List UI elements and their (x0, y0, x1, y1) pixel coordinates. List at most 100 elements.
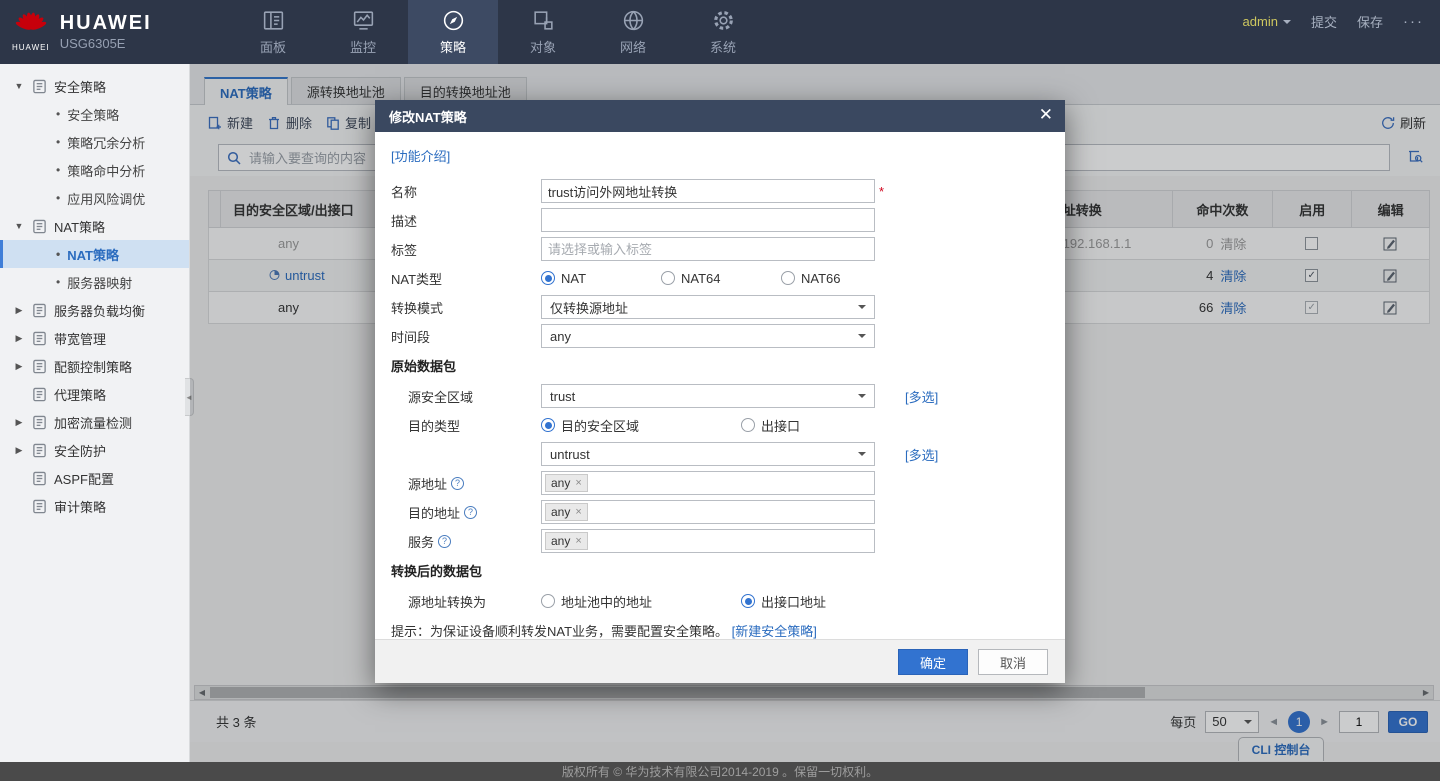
tag-input[interactable] (541, 237, 875, 261)
sidebar-item-4[interactable]: •应用风险调优 (0, 184, 189, 212)
close-icon[interactable]: ✕ (1039, 105, 1053, 125)
sidebar-item-12[interactable]: ▶加密流量检测 (0, 408, 189, 436)
dest-addr-input[interactable]: any× (541, 500, 875, 524)
module-icon (32, 415, 47, 430)
sidebar-item-6[interactable]: • NAT策略 (0, 240, 189, 268)
tree-arrow-icon[interactable]: ▶ (13, 305, 25, 316)
radio-icon (781, 271, 795, 285)
new-security-policy-link[interactable]: [新建安全策略] (732, 624, 817, 639)
sidebar-item-2[interactable]: •策略冗余分析 (0, 128, 189, 156)
ok-button[interactable]: 确定 (898, 649, 968, 675)
tree-arrow-icon[interactable]: ▶ (13, 333, 25, 344)
dest-zone-select[interactable]: untrust (541, 442, 875, 466)
sidebar-item-label: NAT策略 (67, 245, 119, 264)
service-chip: any× (545, 532, 588, 550)
globe-icon (621, 8, 646, 33)
src-zone-select[interactable]: trust (541, 384, 875, 408)
sidebar-item-label: 安全策略 (54, 77, 106, 96)
time-range-label: 时间段 (391, 327, 541, 346)
nav-label: 对象 (530, 37, 556, 56)
user-menu[interactable]: admin (1243, 14, 1291, 29)
nav-item-policy[interactable]: 策略 (408, 0, 498, 64)
sidebar-item-5[interactable]: ▼ NAT策略 (0, 212, 189, 240)
radio-nat[interactable]: NAT (541, 271, 661, 286)
src-zone-label: 源安全区域 (391, 387, 541, 406)
nav-item-object[interactable]: 对象 (498, 0, 588, 64)
src-addr-input[interactable]: any× (541, 471, 875, 495)
bullet-icon: • (56, 247, 60, 261)
module-icon (32, 359, 47, 374)
sidebar-item-14[interactable]: ASPF配置 (0, 464, 189, 492)
sidebar-item-label: 策略冗余分析 (67, 133, 145, 152)
mode-select[interactable]: 仅转换源地址 (541, 295, 875, 319)
radio-icon (541, 594, 555, 608)
nav-label: 策略 (440, 37, 466, 56)
tree-arrow-icon[interactable]: ▶ (13, 445, 25, 456)
radio-icon (661, 271, 675, 285)
huawei-logo-icon: HUAWEI (12, 12, 50, 52)
sidebar-item-11[interactable]: 代理策略 (0, 380, 189, 408)
tree-arrow-icon[interactable]: ▶ (13, 361, 25, 372)
description-input[interactable] (541, 208, 875, 232)
sidebar-item-3[interactable]: •策略命中分析 (0, 156, 189, 184)
radio-nat64[interactable]: NAT64 (661, 271, 781, 286)
sidebar-item-10[interactable]: ▶配额控制策略 (0, 352, 189, 380)
radio-dest-zone[interactable]: 目的安全区域 (541, 416, 741, 435)
edit-nat-policy-dialog: 修改NAT策略 ✕ [功能介绍] 名称 * 描述 标签 NAT类型 NAT NA… (375, 100, 1065, 683)
sidebar-item-7[interactable]: •服务器映射 (0, 268, 189, 296)
radio-icon (741, 418, 755, 432)
radio-out-interface-addr[interactable]: 出接口地址 (741, 592, 826, 611)
sidebar-item-label: NAT策略 (54, 217, 105, 236)
help-icon[interactable]: ? (464, 506, 477, 519)
hint-text: 提示：为保证设备顺利转发NAT业务，需要配置安全策略。 (391, 624, 728, 639)
nav-item-system[interactable]: 系统 (678, 0, 768, 64)
addr-chip: any× (545, 474, 588, 492)
feature-intro-link[interactable]: [功能介绍] (391, 146, 1049, 165)
nav-item-dashboard[interactable]: 面板 (228, 0, 318, 64)
tree-arrow-icon[interactable]: ▼ (13, 81, 25, 91)
submit-button[interactable]: 提交 (1311, 12, 1337, 31)
sidebar-item-15[interactable]: 审计策略 (0, 492, 189, 520)
sidebar-item-label: ASPF配置 (54, 469, 114, 488)
brand-name: HUAWEI (60, 12, 152, 34)
src-zone-multi-link[interactable]: [多选] (905, 387, 938, 406)
service-input[interactable]: any× (541, 529, 875, 553)
nav-item-monitor[interactable]: 监控 (318, 0, 408, 64)
nav-item-network[interactable]: 网络 (588, 0, 678, 64)
sidebar-item-label: 带宽管理 (54, 329, 106, 348)
sidebar-item-0[interactable]: ▼ 安全策略 (0, 72, 189, 100)
sidebar-item-label: 应用风险调优 (67, 189, 145, 208)
module-icon (32, 331, 47, 346)
radio-nat66[interactable]: NAT66 (781, 271, 901, 286)
sidebar-item-1[interactable]: •安全策略 (0, 100, 189, 128)
original-packet-section: 原始数据包 (391, 356, 1049, 375)
help-icon[interactable]: ? (451, 477, 464, 490)
remove-chip-icon[interactable]: × (575, 477, 581, 489)
module-icon (32, 443, 47, 458)
dest-type-label: 目的类型 (391, 416, 541, 435)
chevron-down-icon (858, 452, 866, 460)
radio-out-interface[interactable]: 出接口 (741, 416, 800, 435)
name-input[interactable] (541, 179, 875, 203)
more-menu-icon[interactable]: ··· (1403, 13, 1424, 30)
sidebar-item-label: 代理策略 (54, 385, 106, 404)
dest-zone-multi-link[interactable]: [多选] (905, 445, 938, 464)
cancel-button[interactable]: 取消 (978, 649, 1048, 675)
radio-address-pool[interactable]: 地址池中的地址 (541, 592, 741, 611)
save-button[interactable]: 保存 (1357, 12, 1383, 31)
remove-chip-icon[interactable]: × (575, 535, 581, 547)
sidebar-item-label: 审计策略 (54, 497, 106, 516)
remove-chip-icon[interactable]: × (575, 506, 581, 518)
tree-arrow-icon[interactable]: ▶ (13, 417, 25, 428)
tag-label: 标签 (391, 240, 541, 259)
sidebar-item-13[interactable]: ▶安全防护 (0, 436, 189, 464)
sidebar-item-8[interactable]: ▶服务器负载均衡 (0, 296, 189, 324)
dialog-title: 修改NAT策略 (375, 100, 1065, 132)
dialog-body: [功能介绍] 名称 * 描述 标签 NAT类型 NAT NAT64 NAT66 … (375, 132, 1065, 639)
translated-packet-section: 转换后的数据包 (391, 561, 1049, 580)
help-icon[interactable]: ? (438, 535, 451, 548)
chevron-down-icon (1283, 20, 1291, 28)
sidebar-item-9[interactable]: ▶ 带宽管理 (0, 324, 189, 352)
tree-arrow-icon[interactable]: ▼ (13, 221, 25, 231)
time-range-select[interactable]: any (541, 324, 875, 348)
